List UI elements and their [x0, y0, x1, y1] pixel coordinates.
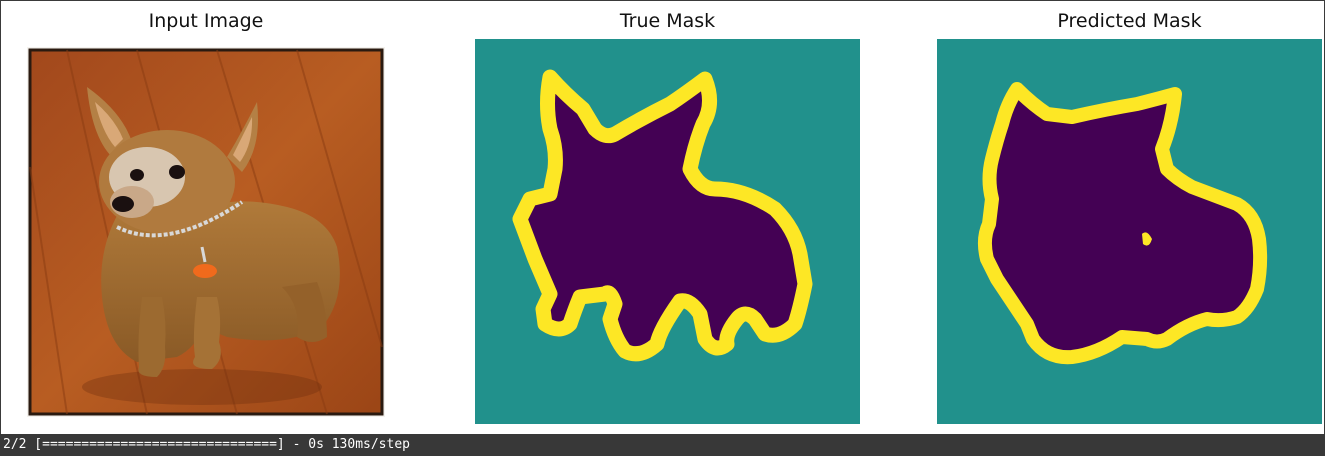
figure-output: Input Image True Mask Predicted Mask — [0, 0, 1325, 434]
panel-title-input-image: Input Image — [148, 10, 264, 32]
input-image — [27, 47, 385, 417]
true-mask — [475, 39, 860, 424]
predicted-mask — [937, 39, 1322, 424]
panel-title-predicted-mask: Predicted Mask — [1057, 10, 1202, 32]
progress-output: 2/2 [==============================] - 0… — [0, 434, 1325, 456]
panel-title-true-mask: True Mask — [619, 10, 716, 32]
dog-photo — [27, 47, 385, 417]
true-mask-plot — [475, 39, 860, 424]
predicted-mask-plot — [937, 39, 1322, 424]
